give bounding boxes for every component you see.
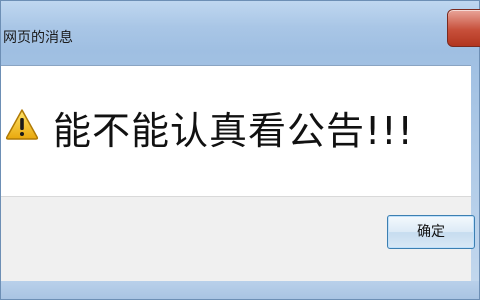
message-dialog: 网页的消息 能不能认真看公告!!! 确定: [0, 0, 480, 300]
title-bar[interactable]: 网页的消息: [1, 1, 480, 53]
ok-button[interactable]: 确定: [387, 215, 475, 249]
warning-icon: [5, 109, 39, 140]
window-bottom-frame: [1, 281, 479, 299]
button-bar: 确定: [1, 196, 475, 281]
message-area: 能不能认真看公告!!!: [1, 65, 471, 196]
close-button[interactable]: [447, 9, 480, 47]
message-text: 能不能认真看公告!!!: [53, 109, 414, 153]
dialog-title: 网页的消息: [3, 30, 73, 46]
